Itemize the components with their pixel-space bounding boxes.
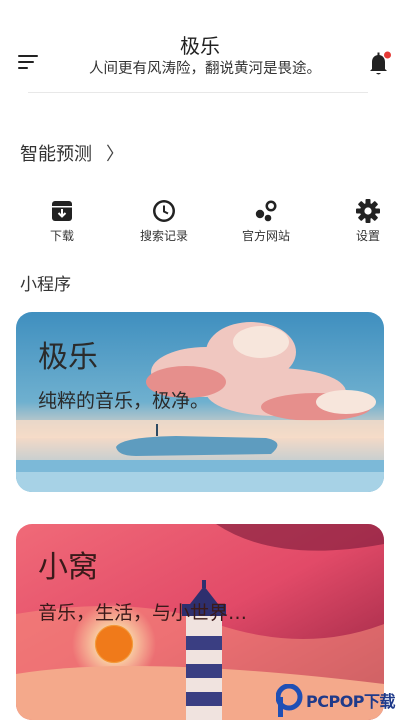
app-header: 极乐 人间更有风涛险，翻说黄河是畏途。 <box>0 0 400 93</box>
gear-icon <box>356 199 380 223</box>
search-history-button[interactable]: 搜索记录 <box>124 198 204 244</box>
web-icon <box>255 200 277 222</box>
official-website-button[interactable]: 官方网站 <box>226 198 306 244</box>
download-label: 下载 <box>49 229 74 243</box>
notification-button[interactable] <box>366 50 392 78</box>
settings-button[interactable]: 设置 <box>328 198 400 244</box>
clock-icon <box>153 200 175 222</box>
download-button[interactable]: 下载 <box>22 198 102 244</box>
app-subtitle: 人间更有风涛险，翻说黄河是畏途。 <box>89 61 321 77</box>
card-title: 极乐 <box>38 340 98 375</box>
header-divider <box>28 92 368 93</box>
settings-label: 设置 <box>355 229 380 243</box>
watermark-text: PCPOP下载 <box>306 692 396 711</box>
official-website-label: 官方网站 <box>241 229 290 243</box>
watermark: PCPOP下载 <box>276 682 400 720</box>
card-title: 小窝 <box>38 550 98 585</box>
mini-programs-heading: 小程序 <box>20 275 71 295</box>
mini-program-card-jile[interactable]: 极乐 纯粹的音乐，极净。 <box>16 312 384 492</box>
notification-dot <box>384 51 391 59</box>
smart-predict-link[interactable]: 智能预测〉 <box>20 140 124 166</box>
pcpop-logo-icon <box>276 684 303 717</box>
download-icon <box>52 201 72 221</box>
chevron-right-icon: 〉 <box>106 144 124 165</box>
app-title: 极乐 <box>180 34 220 58</box>
card-subtitle: 纯粹的音乐，极净。 <box>38 390 210 412</box>
search-history-label: 搜索记录 <box>139 229 188 243</box>
smart-predict-label: 智能预测 <box>20 144 92 165</box>
bell-icon <box>370 51 391 75</box>
card-subtitle: 音乐，生活，与小世界… <box>38 602 248 624</box>
quick-actions: 下载 搜索记录 官方网站 设置 <box>0 198 400 248</box>
